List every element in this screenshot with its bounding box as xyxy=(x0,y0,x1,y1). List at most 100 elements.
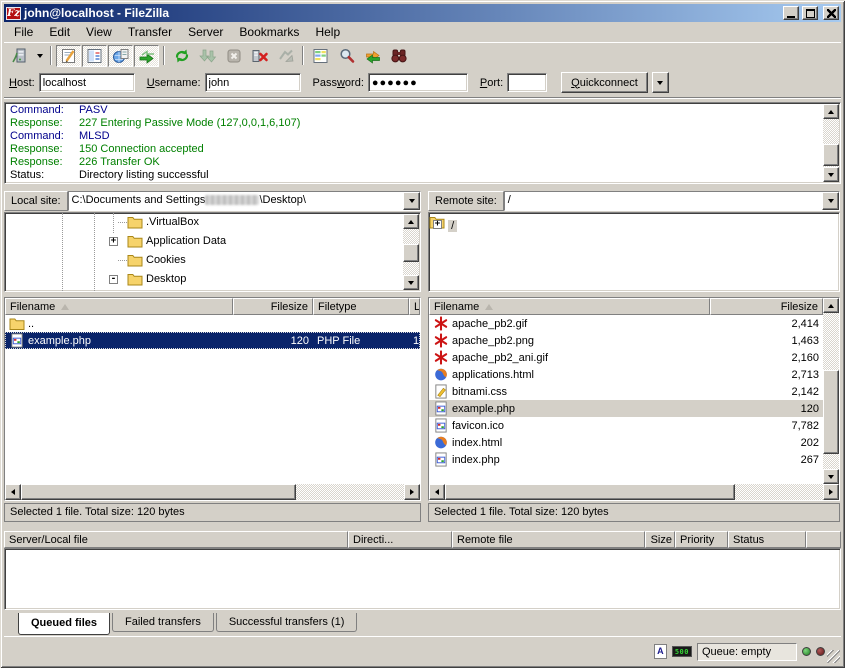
toggle-queue-button[interactable] xyxy=(134,45,159,67)
file-row[interactable]: apache_pb2.gif 2,414 xyxy=(429,315,823,332)
local-tree-scrollbar[interactable] xyxy=(403,214,419,290)
local-path-combo[interactable]: C:\Documents and Settings\Desktop\ xyxy=(68,191,421,211)
column-filename[interactable]: Filename xyxy=(5,298,233,315)
scroll-thumb[interactable] xyxy=(445,484,735,500)
expand-icon[interactable]: + xyxy=(433,220,442,229)
refresh-button[interactable] xyxy=(169,45,194,67)
tree-item-root[interactable]: + / xyxy=(429,215,839,234)
log-scrollbar[interactable] xyxy=(823,104,839,182)
scroll-down-button[interactable] xyxy=(403,275,419,290)
scroll-down-button[interactable] xyxy=(823,469,839,484)
process-queue-button[interactable] xyxy=(195,45,220,67)
column-filesize[interactable]: Filesize xyxy=(233,298,313,315)
column-filename[interactable]: Filename xyxy=(429,298,710,315)
collapse-icon[interactable]: - xyxy=(109,275,118,284)
cancel-button[interactable] xyxy=(221,45,246,67)
remote-path-value[interactable]: / xyxy=(505,192,822,210)
column-last-modified[interactable]: L xyxy=(409,298,420,315)
disconnect-button[interactable] xyxy=(247,45,272,67)
find-files-button[interactable] xyxy=(386,45,411,67)
port-input[interactable] xyxy=(507,73,547,92)
scroll-thumb[interactable] xyxy=(21,484,296,500)
speed-limits-icon[interactable]: 500 xyxy=(672,646,692,657)
quickconnect-bar: Host: Username: Password: Port: Quickcon… xyxy=(4,68,841,98)
column-size[interactable]: Size xyxy=(645,531,675,548)
file-row[interactable]: apache_pb2_ani.gif 2,160 xyxy=(429,349,823,366)
minimize-button[interactable] xyxy=(783,6,799,20)
maximize-button[interactable] xyxy=(802,6,818,20)
remote-tree[interactable]: + / xyxy=(428,212,840,292)
toggle-local-tree-button[interactable] xyxy=(82,45,107,67)
tree-item-virtualbox[interactable]: .VirtualBox xyxy=(5,213,420,232)
menu-bookmarks[interactable]: Bookmarks xyxy=(231,23,307,41)
site-manager-dropdown[interactable] xyxy=(33,45,46,67)
remote-path-combo[interactable]: / xyxy=(504,191,840,211)
remote-path-dropdown[interactable] xyxy=(822,192,839,210)
filter-button[interactable] xyxy=(334,45,359,67)
menu-help[interactable]: Help xyxy=(307,23,348,41)
scroll-up-button[interactable] xyxy=(823,104,839,119)
file-row[interactable]: bitnami.css 2,142 xyxy=(429,383,823,400)
scroll-up-button[interactable] xyxy=(823,298,839,313)
tree-item-application-data[interactable]: + Application Data xyxy=(5,232,420,251)
column-remote-file[interactable]: Remote file xyxy=(452,531,645,548)
local-path-dropdown[interactable] xyxy=(403,192,420,210)
synchronized-browsing-button[interactable] xyxy=(360,45,385,67)
transfer-type-icon[interactable]: A xyxy=(654,644,667,659)
toggle-remote-tree-button[interactable] xyxy=(108,45,133,67)
file-row-parent-dir[interactable]: .. xyxy=(5,315,420,332)
username-input[interactable] xyxy=(205,73,301,92)
menu-view[interactable]: View xyxy=(78,23,120,41)
scroll-left-button[interactable] xyxy=(5,484,21,500)
scroll-thumb[interactable] xyxy=(403,244,419,262)
file-row[interactable]: favicon.ico 7,782 xyxy=(429,417,823,434)
column-server-local-file[interactable]: Server/Local file xyxy=(4,531,348,548)
column-filetype[interactable]: Filetype xyxy=(313,298,409,315)
tab-failed-transfers[interactable]: Failed transfers xyxy=(112,613,214,632)
site-manager-button[interactable] xyxy=(7,45,32,67)
password-input[interactable] xyxy=(368,73,468,92)
menu-server[interactable]: Server xyxy=(180,23,231,41)
folder-icon xyxy=(127,215,143,229)
scroll-left-button[interactable] xyxy=(429,484,445,500)
toolbar xyxy=(4,42,841,68)
quickconnect-button[interactable]: Quickconnect xyxy=(561,72,648,93)
toggle-message-log-button[interactable] xyxy=(56,45,81,67)
file-row[interactable]: index.php 267 xyxy=(429,451,823,468)
remote-vscrollbar[interactable] xyxy=(823,298,839,484)
tab-successful-transfers[interactable]: Successful transfers (1) xyxy=(216,613,358,632)
scroll-down-button[interactable] xyxy=(823,167,839,182)
file-row[interactable]: apache_pb2.png 1,463 xyxy=(429,332,823,349)
file-row-example-php[interactable]: example.php 120 PHP File 1 xyxy=(5,332,420,349)
local-path-value[interactable]: C:\Documents and Settings\Desktop\ xyxy=(69,192,403,210)
remote-hscrollbar[interactable] xyxy=(429,484,839,500)
menu-edit[interactable]: Edit xyxy=(41,23,78,41)
host-input[interactable] xyxy=(39,73,135,92)
tree-item-cookies[interactable]: Cookies xyxy=(5,251,420,270)
file-row[interactable]: index.html 202 xyxy=(429,434,823,451)
quickconnect-dropdown[interactable] xyxy=(652,72,669,93)
local-tree[interactable]: .VirtualBox + Application Data Cookies -… xyxy=(4,212,421,292)
column-filesize[interactable]: Filesize xyxy=(710,298,823,315)
file-row-selected[interactable]: example.php 120 xyxy=(429,400,823,417)
scroll-right-button[interactable] xyxy=(404,484,420,500)
tab-queued-files[interactable]: Queued files xyxy=(18,613,110,635)
menu-transfer[interactable]: Transfer xyxy=(120,23,180,41)
scroll-thumb[interactable] xyxy=(823,144,839,166)
expand-icon[interactable]: + xyxy=(109,237,118,246)
column-status[interactable]: Status xyxy=(728,531,806,548)
file-row[interactable]: applications.html 2,713 xyxy=(429,366,823,383)
scroll-thumb[interactable] xyxy=(823,370,839,454)
column-direction[interactable]: Directi... xyxy=(348,531,452,548)
scroll-up-button[interactable] xyxy=(403,214,419,229)
reconnect-button[interactable] xyxy=(273,45,298,67)
directory-comparison-button[interactable] xyxy=(308,45,333,67)
close-button[interactable] xyxy=(823,6,839,20)
queue-list[interactable] xyxy=(4,548,841,610)
tree-item-desktop[interactable]: - Desktop xyxy=(5,270,420,289)
local-hscrollbar[interactable] xyxy=(5,484,420,500)
scroll-right-button[interactable] xyxy=(823,484,839,500)
column-priority[interactable]: Priority xyxy=(675,531,728,548)
resize-grip[interactable] xyxy=(827,650,840,663)
menu-file[interactable]: File xyxy=(6,23,41,41)
